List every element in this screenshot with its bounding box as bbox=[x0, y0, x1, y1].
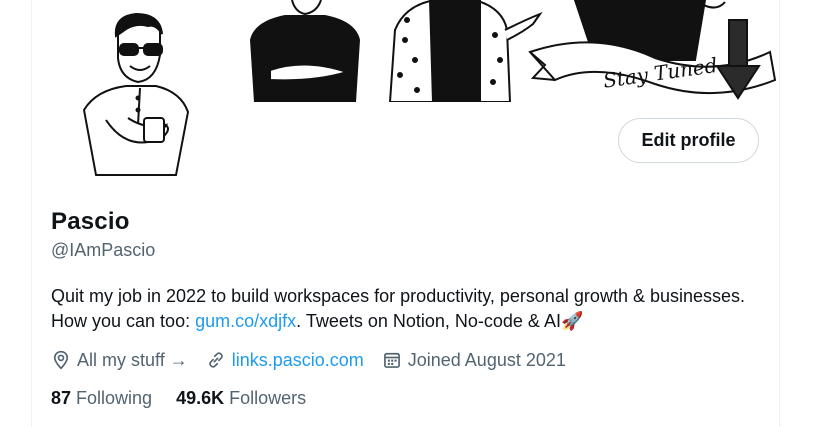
followers-stat[interactable]: 49.6K Followers bbox=[176, 388, 306, 409]
location-item: All my stuff → bbox=[51, 350, 188, 371]
location-pin-icon bbox=[53, 350, 69, 370]
profile-bio: Quit my job in 2022 to build workspaces … bbox=[51, 284, 751, 334]
rocket-emoji: 🚀 bbox=[560, 311, 584, 331]
following-stat[interactable]: 87 Following bbox=[51, 388, 152, 409]
joined-label: Joined August 2021 bbox=[407, 349, 566, 370]
profile-name: Pascio bbox=[51, 208, 130, 235]
link-icon bbox=[208, 352, 223, 368]
website-link[interactable]: links.pascio.com bbox=[232, 350, 364, 371]
calendar-icon bbox=[383, 352, 400, 368]
followers-label: Followers bbox=[229, 388, 307, 408]
followers-count: 49.6K bbox=[176, 388, 225, 408]
joined-item: Joined August 2021 bbox=[382, 350, 566, 371]
location-label: All my stuff → bbox=[77, 349, 188, 370]
profile-handle: @IAmPascio bbox=[51, 240, 156, 260]
following-count: 87 bbox=[51, 388, 72, 408]
avatar-illustration bbox=[56, 0, 231, 190]
profile-avatar[interactable] bbox=[56, 0, 231, 190]
profile-stats: 87 Following 49.6K Followers bbox=[51, 388, 330, 409]
following-label: Following bbox=[76, 388, 153, 408]
bio-text-end: . Tweets on Notion, No-code & AI bbox=[296, 311, 561, 331]
profile-meta: All my stuff → links.pascio.com Joined A… bbox=[51, 346, 584, 374]
edit-profile-button[interactable]: Edit profile bbox=[618, 118, 759, 163]
website-item[interactable]: links.pascio.com bbox=[206, 350, 364, 371]
bio-link[interactable]: gum.co/xdjfx bbox=[195, 311, 296, 331]
